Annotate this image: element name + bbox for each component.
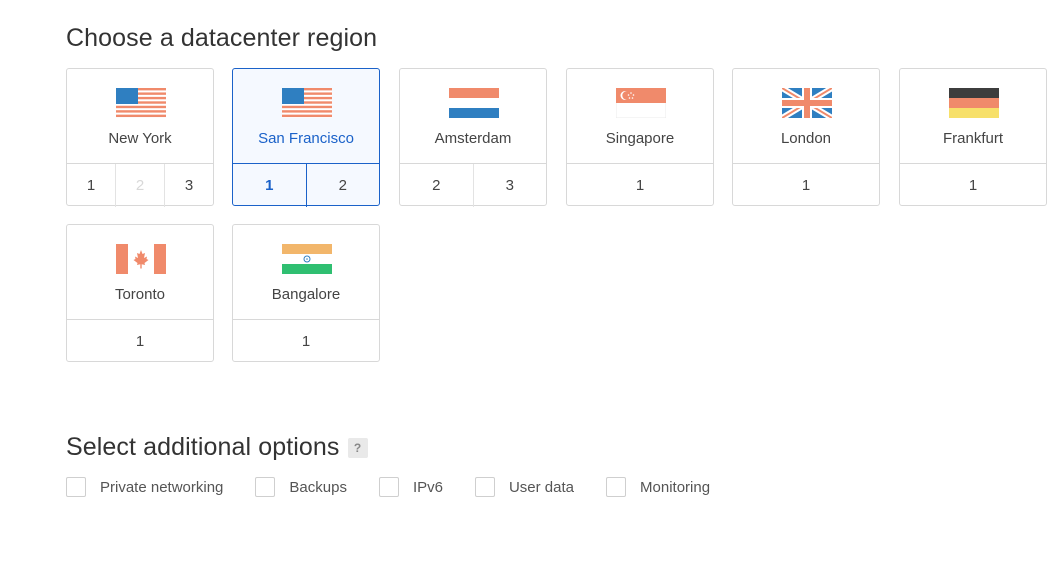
options-list: Private networking Backups IPv6 User data Mo…	[66, 477, 742, 497]
region-card-singapore[interactable]: Singapore 1	[566, 68, 714, 206]
monitoring-checkbox[interactable]	[606, 477, 627, 497]
region-name: London	[780, 130, 832, 147]
region-name: Bangalore	[271, 286, 341, 303]
datacenter-option-2: 2	[115, 164, 164, 207]
datacenter-option-1[interactable]: 1	[900, 164, 1046, 207]
region-section-title: Choose a datacenter region	[66, 24, 378, 52]
datacenter-selector: 12	[233, 163, 379, 207]
region-name: Toronto	[114, 286, 166, 303]
option-label: Private networking	[100, 478, 224, 496]
datacenter-option-3[interactable]: 3	[164, 164, 213, 207]
region-name: Frankfurt	[942, 130, 1003, 147]
de-flag-icon	[949, 88, 999, 118]
options-section-title: Select additional options ?	[66, 433, 368, 462]
region-name: Singapore	[605, 130, 675, 147]
region-name: Amsterdam	[434, 130, 512, 147]
option-private-networking[interactable]: Private networking	[66, 477, 223, 497]
nl-flag-icon	[449, 88, 499, 118]
datacenter-option-2[interactable]: 2	[305, 164, 380, 207]
ipv6-checkbox[interactable]	[378, 477, 399, 497]
datacenter-selector: 23	[400, 163, 546, 207]
region-card-header[interactable]: New York	[67, 69, 213, 163]
datacenter-selector: 1	[67, 319, 213, 363]
option-label: User data	[508, 478, 575, 496]
datacenter-option-1[interactable]: 1	[233, 320, 379, 363]
region-card-header[interactable]: Amsterdam	[400, 69, 546, 163]
option-user-data[interactable]: User data	[474, 477, 575, 497]
us-flag-icon	[116, 88, 166, 118]
help-icon[interactable]: ?	[347, 437, 368, 458]
region-card-header[interactable]: Toronto	[67, 225, 213, 319]
region-card-header[interactable]: Frankfurt	[900, 69, 1046, 163]
region-name: New York	[108, 130, 172, 147]
datacenter-option-1[interactable]: 1	[733, 164, 879, 207]
backups-checkbox[interactable]	[255, 477, 276, 497]
region-card-new-york[interactable]: New York 1 2 3	[66, 68, 214, 207]
datacenter-selector: 123	[67, 163, 213, 207]
region-card-bangalore[interactable]: Bangalore 1	[232, 224, 380, 362]
option-label: Monitoring	[640, 478, 711, 496]
region-card-header[interactable]: Singapore	[567, 69, 713, 163]
option-ipv6[interactable]: IPv6	[378, 477, 443, 497]
sg-flag-icon	[615, 87, 667, 119]
datacenter-selector: 1	[733, 163, 879, 207]
us-flag-icon	[282, 88, 332, 118]
options-title-text: Select additional options	[66, 433, 340, 461]
region-name: San Francisco	[258, 130, 354, 147]
datacenter-option-1[interactable]: 1	[567, 164, 713, 207]
datacenter-selector: 1	[233, 319, 379, 363]
region-card-frankfurt[interactable]: Frankfurt 1	[899, 68, 1047, 206]
option-label: Backups	[289, 478, 347, 496]
datacenter-option-3[interactable]: 3	[472, 164, 547, 207]
datacenter-option-1[interactable]: 1	[67, 164, 115, 207]
region-card-header[interactable]: San Francisco	[233, 69, 379, 163]
datacenter-selector: 1	[567, 163, 713, 207]
option-monitoring[interactable]: Monitoring	[606, 477, 710, 497]
option-backups[interactable]: Backups	[255, 477, 347, 497]
datacenter-option-2[interactable]: 2	[400, 164, 473, 207]
region-card-header[interactable]: Bangalore	[233, 225, 379, 319]
private-networking-checkbox[interactable]	[66, 477, 86, 497]
region-card-toronto[interactable]: Toronto 1	[66, 224, 214, 362]
option-label: IPv6	[412, 478, 443, 496]
uk-flag-icon	[780, 85, 834, 121]
datacenter-option-1[interactable]: 1	[233, 164, 306, 207]
region-card-london[interactable]: London 1	[732, 68, 880, 206]
region-card-header[interactable]: London	[733, 69, 879, 163]
region-card-amsterdam[interactable]: Amsterdam 2 3	[399, 68, 547, 207]
in-flag-icon	[282, 244, 332, 274]
user-data-checkbox[interactable]	[474, 477, 495, 497]
region-card-san-francisco[interactable]: San Francisco 1 2	[232, 68, 380, 207]
datacenter-option-1[interactable]: 1	[67, 320, 213, 363]
datacenter-selector: 1	[900, 163, 1046, 207]
ca-flag-icon	[116, 244, 166, 274]
